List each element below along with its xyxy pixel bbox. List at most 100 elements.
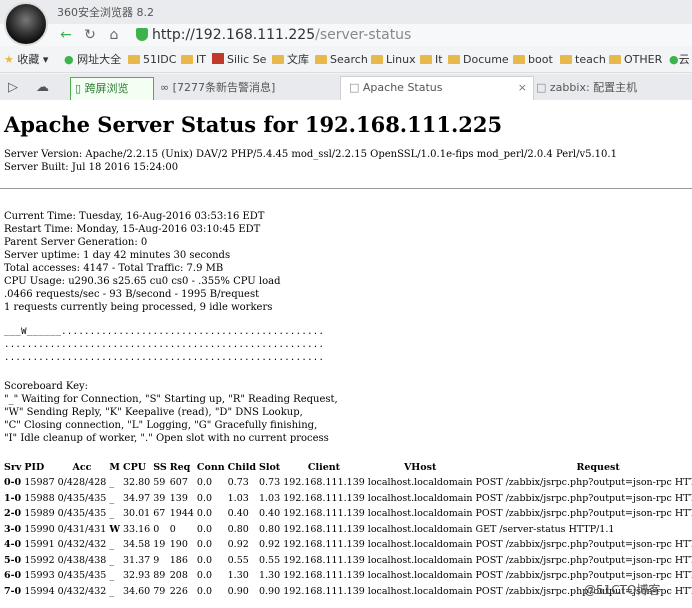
table-cell: _ <box>109 508 115 520</box>
bookmark-item[interactable]: Search <box>315 52 368 68</box>
table-cell: 89 <box>153 570 166 582</box>
bookmark-item[interactable]: Silic Se <box>212 52 266 68</box>
bookmark-favorites[interactable]: ★ 收藏 ▾ <box>4 52 48 68</box>
table-cell: 0.0 <box>196 477 213 489</box>
col-cpu: CPU <box>123 461 147 473</box>
table-cell: 0.55 <box>258 554 281 566</box>
tab-cross-screen[interactable]: ▯ 跨屏浏览 <box>70 77 154 101</box>
folder-icon <box>420 55 432 64</box>
bookmark-item[interactable]: Linux <box>371 52 416 68</box>
table-cell: 67 <box>153 508 166 520</box>
table-cell: 79 <box>153 585 166 597</box>
table-cell[interactable]: 7-0 <box>4 584 24 600</box>
page-content: Apache Server Status for 192.168.111.225… <box>0 100 692 608</box>
table-cell[interactable]: 0-0 <box>4 475 24 491</box>
bookmark-item[interactable]: ● 网址大全 <box>64 52 121 68</box>
current-time: Current Time: Tuesday, 16-Aug-2016 03:53… <box>4 211 265 222</box>
bookmark-item[interactable]: OTHER <box>609 52 662 68</box>
bookmark-item[interactable]: ●云 <box>669 52 690 68</box>
col-child: Child <box>227 461 256 473</box>
col-acc: Acc <box>72 461 92 473</box>
table-cell: 192.168.111.139 <box>283 492 365 504</box>
col-vhost: VHost <box>403 461 437 473</box>
table-cell[interactable]: 5-0 <box>4 553 24 569</box>
table-cell: 0/435/435 <box>57 508 107 520</box>
tab-alerts[interactable]: ∞ [7277条新告警消息] <box>154 77 330 99</box>
table-cell: 15988 <box>24 492 55 504</box>
server-built: Server Built: Jul 18 2016 15:24:00 <box>4 162 179 173</box>
table-cell: 9 <box>153 554 160 566</box>
table-cell: localhost.localdomain <box>367 492 473 504</box>
folder-icon <box>272 55 284 64</box>
bookmark-item[interactable]: It <box>420 52 443 68</box>
divider <box>0 188 692 189</box>
table-cell: 34.97 <box>123 492 151 504</box>
col-srv: Srv <box>4 461 22 473</box>
address-bar[interactable]: http://192.168.111.225/server-status <box>132 26 687 44</box>
table-row: 4-0 15991 0/432/432 _ 34.58 19 190 0.0 0.92 0.92 1… <box>4 537 692 553</box>
link-icon: ∞ <box>160 81 170 94</box>
table-cell: 1944 <box>169 508 194 520</box>
table-cell: 139 <box>169 492 188 504</box>
table-cell[interactable]: 2-0 <box>4 506 24 522</box>
folder-icon <box>513 55 525 64</box>
table-cell: 33.16 <box>123 523 151 535</box>
table-cell[interactable]: 1-0 <box>4 491 24 507</box>
cloud-icon[interactable]: ☁ <box>36 77 49 99</box>
bookmark-item[interactable]: 51IDC <box>128 52 176 68</box>
table-cell: 0.80 <box>227 523 249 535</box>
col-ss: SS <box>153 461 167 473</box>
site-icon: ● <box>64 53 74 66</box>
col-req: Req <box>169 461 191 473</box>
tab-apache-status[interactable]: □ Apache Status × <box>340 76 534 101</box>
close-icon[interactable]: × <box>518 77 527 99</box>
table-cell[interactable]: 4-0 <box>4 537 24 553</box>
table-cell: 0.73 <box>258 477 281 489</box>
table-cell: 15990 <box>24 523 55 535</box>
table-cell: 31.37 <box>123 554 151 566</box>
bookmark-item[interactable]: 文库 <box>272 52 309 68</box>
table-cell: _ <box>109 539 115 551</box>
table-cell: W <box>109 523 121 535</box>
bookmark-item[interactable]: IT <box>181 52 206 68</box>
back-icon[interactable]: ← <box>56 24 76 46</box>
table-cell: 0 <box>169 523 176 535</box>
table-cell: 186 <box>169 554 188 566</box>
table-cell: 0.0 <box>196 570 213 582</box>
sidebar-toggle-icon[interactable]: ▷ <box>8 77 18 99</box>
table-cell: 0/438/438 <box>57 554 107 566</box>
home-icon[interactable]: ⌂ <box>104 24 124 46</box>
tab-zabbix[interactable]: □ zabbix: 配置主机 <box>530 77 686 99</box>
scoreboard-line: ........................................… <box>4 340 325 350</box>
bookmark-item[interactable]: Docume <box>448 52 509 68</box>
table-cell: POST /zabbix/jsrpc.php?output=json-rpc H… <box>475 539 692 551</box>
bookmark-item[interactable]: teach <box>560 52 606 68</box>
table-cell: _ <box>109 554 115 566</box>
table-cell: 59 <box>153 477 166 489</box>
refresh-icon[interactable]: ↻ <box>80 24 100 46</box>
current-requests: 1 requests currently being processed, 9 … <box>4 302 273 313</box>
scoreboard-key-line: "C" Closing connection, "L" Logging, "G"… <box>4 420 318 431</box>
table-cell: 0.90 <box>258 585 281 597</box>
table-cell: 0/431/431 <box>57 523 107 535</box>
scoreboard-key-line: "_" Waiting for Connection, "S" Starting… <box>4 394 338 405</box>
bookmark-item[interactable]: boot <box>513 52 553 68</box>
table-cell: localhost.localdomain <box>367 508 473 520</box>
scoreboard-key-line: "I" Idle cleanup of worker, "." Open slo… <box>4 433 329 444</box>
table-cell[interactable]: 6-0 <box>4 568 24 584</box>
scoreboard-key-title: Scoreboard Key: <box>4 381 89 392</box>
table-cell: 15993 <box>24 570 55 582</box>
col-m: M <box>109 461 120 473</box>
app-title: 360安全浏览器 8.2 <box>57 6 154 19</box>
folder-icon <box>609 55 621 64</box>
table-cell: 0/435/435 <box>57 570 107 582</box>
table-cell[interactable]: 3-0 <box>4 522 24 538</box>
table-cell: 192.168.111.139 <box>283 554 365 566</box>
server-generation: Parent Server Generation: 0 <box>4 237 148 248</box>
table-cell: 34.60 <box>123 585 151 597</box>
table-cell: GET /server-status HTTP/1.1 <box>475 523 615 535</box>
folder-icon <box>128 55 140 64</box>
col-slot: Slot <box>258 461 281 473</box>
user-avatar[interactable] <box>4 2 48 46</box>
table-cell: POST /zabbix/jsrpc.php?output=json-rpc H… <box>475 508 692 520</box>
